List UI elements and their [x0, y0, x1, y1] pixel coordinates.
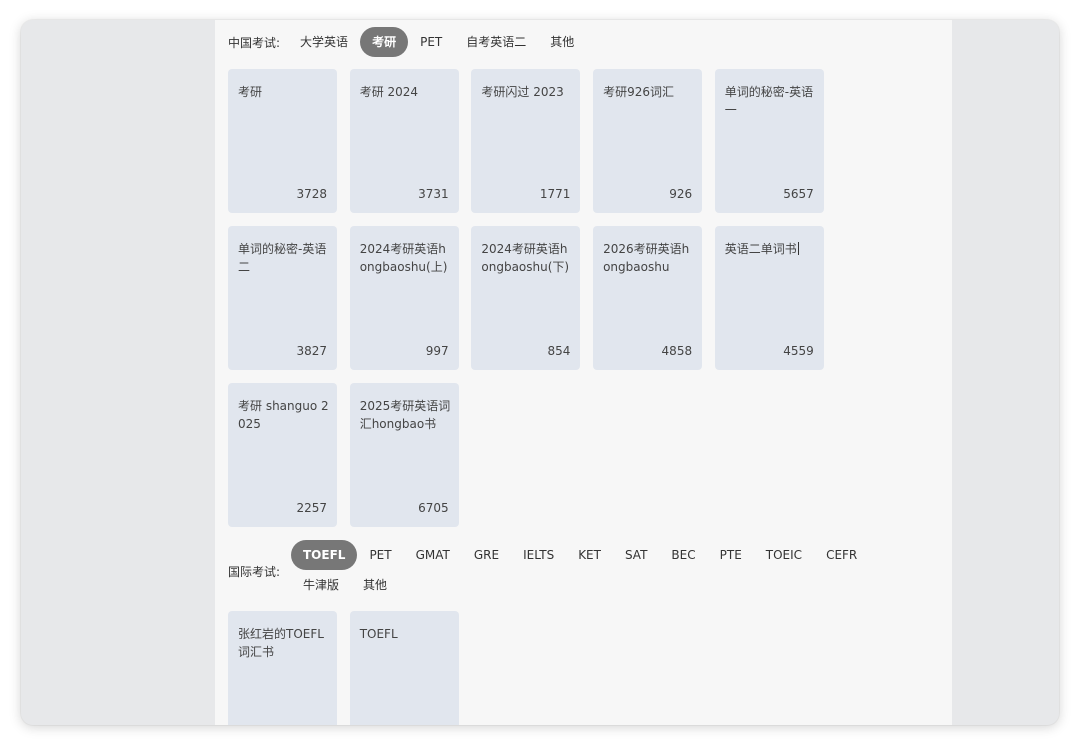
book-word-count: 997 — [425, 344, 449, 358]
book-title: 2024考研英语hongbaoshu(上) — [359, 242, 448, 274]
cn-book-card[interactable]: 考研 2024 3731 — [349, 69, 459, 213]
cn-book-card[interactable]: 2024考研英语hongbaoshu(上) 997 — [349, 226, 459, 370]
book-word-count: 854 — [547, 344, 571, 358]
cn-book-card[interactable]: 2024考研英语hongbaoshu(下) 854 — [471, 226, 581, 370]
book-title: 考研926词汇 — [603, 85, 674, 99]
book-word-count: 3827 — [296, 344, 327, 358]
book-title: 考研 shanguo 2025 — [238, 399, 329, 431]
intl-book-card[interactable]: 张红岩的TOEFL词汇书 — [228, 611, 337, 725]
main-panel: 中国考试: 大学英语 考研 PET 自考英语二 其他 考研 3728 考研 2024 3731… — [215, 20, 952, 725]
intl-exam-tab-1[interactable]: PET — [357, 540, 403, 570]
intl-book-card[interactable]: TOEFL — [349, 611, 459, 725]
cn-book-card[interactable]: 考研 3728 — [228, 69, 337, 213]
cn-exam-tab-0[interactable]: 大学英语 — [288, 27, 360, 57]
book-word-count: 1771 — [539, 187, 571, 201]
cn-exam-tab-1[interactable]: 考研 — [360, 27, 409, 57]
intl-exam-tabs: TOEFL PET GMAT GRE IELTS KET SAT BEC PTE TOEIC CEF… — [291, 540, 891, 600]
book-title: 单词的秘密-英语二 — [238, 242, 327, 274]
intl-exam-tab-2[interactable]: GMAT — [404, 540, 462, 570]
book-title: 单词的秘密-英语一 — [724, 85, 814, 117]
book-word-count: 5657 — [783, 187, 814, 201]
book-title: 考研 — [238, 85, 263, 99]
cn-exam-tabs: 大学英语 考研 PET 自考英语二 其他 — [288, 27, 586, 57]
book-word-count: 3728 — [296, 187, 327, 201]
book-word-count: 3731 — [418, 187, 449, 201]
intl-exam-label: 国际考试: — [228, 565, 281, 579]
cn-book-card[interactable]: 考研闪过 2023 1771 — [471, 69, 581, 213]
cn-exam-tab-4[interactable]: 其他 — [538, 27, 586, 57]
intl-exam-tabs-line-1: TOEFL PET GMAT GRE IELTS KET SAT BEC PTE TOEIC CEF… — [291, 540, 891, 570]
book-title: 2026考研英语hongbaoshu — [603, 242, 690, 274]
intl-exam-tab-5[interactable]: KET — [566, 540, 613, 570]
cn-book-card[interactable]: 考研926词汇 926 — [593, 69, 703, 213]
cn-book-card[interactable]: 2026考研英语hongbaoshu 4858 — [593, 226, 703, 370]
cn-book-card[interactable]: 考研 shanguo 2025 2257 — [228, 383, 337, 527]
cn-book-card[interactable]: 单词的秘密-英语一 5657 — [714, 69, 824, 213]
intl-exam-more-tab-1[interactable]: 其他 — [351, 570, 399, 600]
cn-exam-tab-3[interactable]: 自考英语二 — [454, 27, 538, 57]
book-word-count: 6705 — [418, 501, 449, 515]
book-word-count: 926 — [669, 187, 693, 201]
book-title: 考研 2024 — [359, 85, 419, 99]
intl-exam-more-tab-0[interactable]: 牛津版 — [291, 570, 351, 600]
book-title: 英语二单词书 — [724, 242, 799, 256]
book-title: 考研闪过 2023 — [481, 85, 564, 99]
cn-exam-label: 中国考试: — [228, 35, 281, 50]
intl-exam-tab-10[interactable]: CEFR — [814, 540, 869, 570]
intl-exam-tab-0[interactable]: TOEFL — [291, 540, 358, 570]
intl-exam-tab-9[interactable]: TOEIC — [754, 540, 814, 570]
book-word-count: 4858 — [661, 344, 693, 358]
text-caret — [797, 242, 799, 255]
app-window: 中国考试: 大学英语 考研 PET 自考英语二 其他 考研 3728 考研 2024 3731… — [21, 20, 1059, 725]
book-title: 2024考研英语hongbaoshu(下) — [481, 242, 570, 274]
book-word-count: 2257 — [296, 501, 327, 515]
intl-exam-tabs-line-2: 牛津版 其他 — [291, 570, 891, 600]
intl-exam-tab-7[interactable]: BEC — [659, 540, 707, 570]
book-title: TOEFL — [359, 627, 398, 641]
intl-exam-tab-6[interactable]: SAT — [613, 540, 659, 570]
cn-exam-tab-2[interactable]: PET — [408, 27, 454, 57]
cn-book-card[interactable]: 单词的秘密-英语二 3827 — [228, 226, 337, 370]
cn-book-card[interactable]: 2025考研英语词汇hongbao书 6705 — [349, 383, 459, 527]
book-title: 张红岩的TOEFL词汇书 — [238, 627, 324, 659]
intl-exam-tab-4[interactable]: IELTS — [511, 540, 566, 570]
intl-exam-tab-3[interactable]: GRE — [462, 540, 511, 570]
book-word-count: 4559 — [783, 344, 814, 358]
intl-exam-tab-8[interactable]: PTE — [708, 540, 754, 570]
cn-exam-filter: 中国考试: 大学英语 考研 PET 自考英语二 其他 — [228, 27, 586, 57]
cn-book-card[interactable]: 英语二单词书 4559 — [714, 226, 824, 370]
book-title: 2025考研英语词汇hongbao书 — [359, 399, 451, 431]
